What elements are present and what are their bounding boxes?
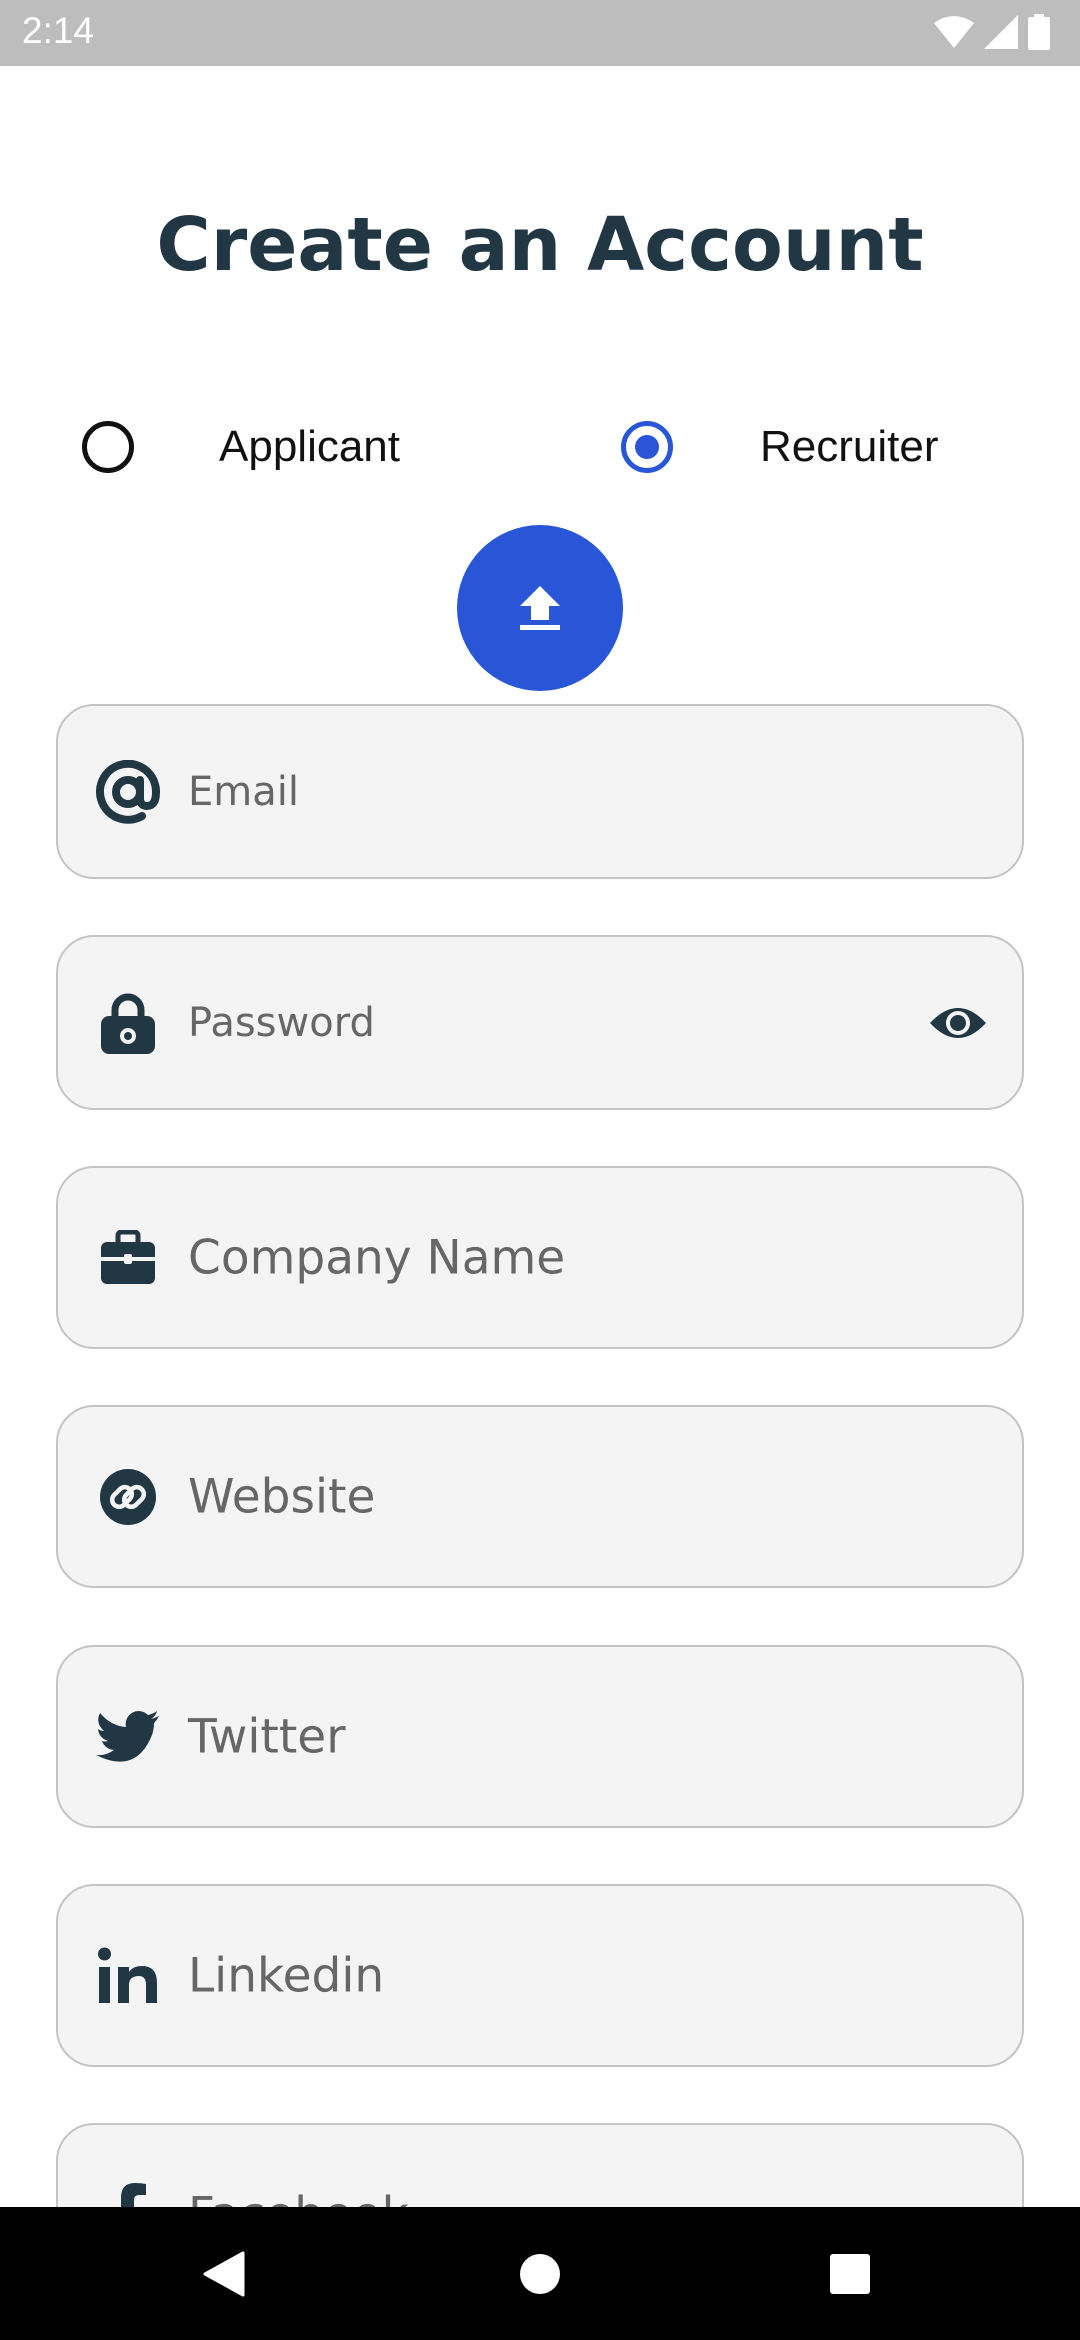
linkedin-icon — [92, 1940, 164, 2012]
signal-icon — [984, 15, 1018, 49]
company-name-field[interactable]: Company Name — [56, 1166, 1024, 1349]
lock-icon — [92, 987, 164, 1059]
applicant-radio[interactable] — [82, 421, 134, 473]
recruiter-radio[interactable] — [621, 421, 673, 473]
battery-icon — [1028, 14, 1050, 50]
role-recruiter-option[interactable]: Recruiter — [621, 415, 939, 479]
link-icon — [92, 1461, 164, 1533]
twitter-icon — [92, 1701, 164, 1773]
eye-icon[interactable] — [928, 999, 988, 1047]
password-field[interactable]: Password — [56, 935, 1024, 1110]
email-label: Email — [188, 768, 299, 815]
website-field[interactable]: Website — [56, 1405, 1024, 1588]
navigation-bar — [0, 2207, 1080, 2340]
home-icon[interactable] — [519, 2253, 561, 2295]
twitter-label: Twitter — [188, 1709, 346, 1764]
recruiter-label: Recruiter — [760, 422, 939, 471]
role-applicant-option[interactable]: Applicant — [82, 415, 400, 479]
at-sign-icon — [92, 756, 164, 828]
briefcase-icon — [92, 1222, 164, 1294]
upload-button[interactable] — [457, 525, 623, 691]
status-time: 2:14 — [22, 10, 95, 51]
website-label: Website — [188, 1469, 376, 1524]
back-icon[interactable] — [203, 2251, 245, 2297]
status-icons — [934, 12, 1050, 52]
recents-icon[interactable] — [829, 2253, 871, 2295]
twitter-field[interactable]: Twitter — [56, 1645, 1024, 1828]
email-field[interactable]: Email — [56, 704, 1024, 879]
password-label: Password — [188, 999, 375, 1046]
linkedin-field[interactable]: Linkedin — [56, 1884, 1024, 2067]
status-bar: 2:14 — [0, 0, 1080, 66]
applicant-label: Applicant — [219, 422, 401, 471]
linkedin-label: Linkedin — [188, 1948, 385, 2003]
upload-icon — [520, 586, 560, 630]
wifi-icon — [934, 16, 974, 48]
company-name-label: Company Name — [188, 1230, 566, 1285]
page-title: Create an Account — [156, 202, 924, 288]
